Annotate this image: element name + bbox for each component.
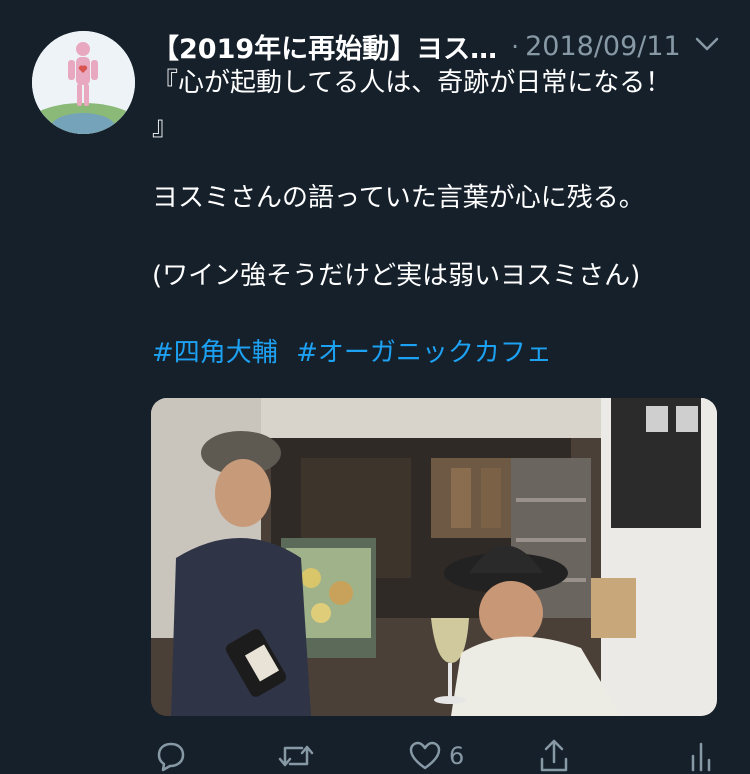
display-name[interactable]: 【2019年に再始動】ヨス… <box>152 27 497 66</box>
hashtag-link[interactable]: #四角大輔 <box>152 338 278 368</box>
tweet-text-line: 『心が起動してる人は、奇跡が日常になる！ <box>152 68 672 98</box>
reply-button[interactable] <box>155 738 187 774</box>
avatar[interactable] <box>32 31 135 134</box>
retweet-icon <box>278 745 314 767</box>
reply-icon <box>157 742 185 772</box>
tweet-header: 【2019年に再始動】ヨス… · 2018/09/11 <box>152 26 732 66</box>
cafe-photo-illustration <box>151 398 717 716</box>
like-count: 6 <box>449 742 465 770</box>
tweet-text-line: ヨスミさんの語っていた言葉が心に残る。 <box>152 183 645 213</box>
share-button[interactable] <box>538 738 570 774</box>
tweet-date[interactable]: 2018/09/11 <box>525 31 681 62</box>
retweet-button[interactable] <box>278 738 314 774</box>
tweet-text-line: (ワイン強そうだけど実は弱いヨスミさん) <box>152 261 641 291</box>
like-button[interactable]: 6 <box>409 738 464 774</box>
hashtag-link[interactable]: #オーガニックカフェ <box>296 338 552 368</box>
avatar-figure-icon <box>32 31 135 134</box>
tweet-photo[interactable] <box>151 398 717 716</box>
separator-dot: · <box>511 31 520 61</box>
tweet[interactable]: 【2019年に再始動】ヨス… · 2018/09/11 『心が起動してる人は、奇… <box>0 0 750 774</box>
tweet-text-line: 』 <box>152 112 179 142</box>
analytics-button[interactable] <box>690 738 712 774</box>
heart-icon <box>409 741 441 770</box>
chevron-down-icon[interactable] <box>694 34 720 54</box>
analytics-icon <box>691 742 711 772</box>
hashtags: #四角大輔 #オーガニックカフェ <box>152 334 552 372</box>
share-icon <box>540 739 568 772</box>
